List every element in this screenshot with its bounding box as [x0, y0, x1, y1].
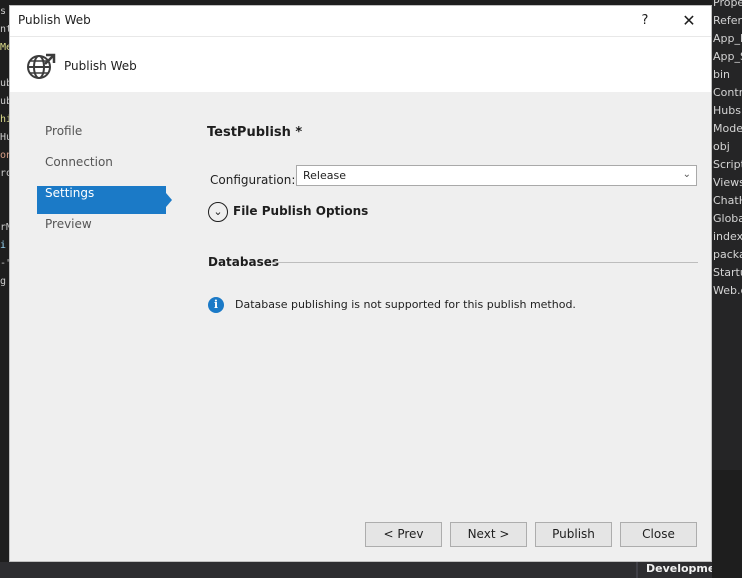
dialog-content: Profile Connection Settings Preview Test…	[10, 92, 711, 561]
solution-tree-item[interactable]: Startu	[713, 266, 742, 284]
code-fragment: -"	[0, 258, 9, 269]
solution-tree-item[interactable]: Script	[713, 158, 742, 176]
solution-tree-item[interactable]: obj	[713, 140, 730, 158]
publish-button[interactable]: Publish	[535, 522, 612, 547]
configuration-value: Release	[303, 169, 346, 182]
nav-item-preview[interactable]: Preview	[37, 217, 166, 245]
dialog-header: Publish Web	[10, 36, 711, 92]
code-fragment: ub	[0, 96, 9, 107]
code-fragment: Hu	[0, 132, 9, 143]
databases-header: Databases	[208, 255, 280, 269]
nav-item-profile[interactable]: Profile	[37, 124, 166, 152]
nav-item-settings[interactable]: Settings	[37, 186, 166, 214]
solution-tree-item[interactable]: Web.c	[713, 284, 742, 302]
publish-web-dialog: Publish Web ? ✕ Publish Web Profile Conn…	[9, 5, 712, 562]
expand-circle-icon[interactable]: ⌄	[208, 202, 228, 222]
profile-name: TestPublish *	[207, 125, 303, 140]
ide-bottom-panel: Development	[0, 562, 712, 578]
solution-tree-item[interactable]: bin	[713, 68, 730, 86]
solution-tree-item[interactable]: Hubs	[713, 104, 741, 122]
header-title: Publish Web	[64, 59, 137, 73]
info-icon: i	[208, 297, 224, 313]
solution-explorer-edge: PropeRefereApp_DApp_SbinContrHubsModeobj…	[712, 0, 742, 578]
code-fragment: s	[0, 6, 7, 17]
solution-tree-item[interactable]: App_D	[713, 32, 742, 50]
code-fragment: rM	[0, 222, 9, 233]
next-button[interactable]: Next >	[450, 522, 527, 547]
code-fragment: ro	[0, 168, 9, 179]
code-fragment: on	[0, 150, 9, 161]
solution-tree-item[interactable]: index.	[713, 230, 742, 248]
solution-tree-item[interactable]: Mode	[713, 122, 742, 140]
code-fragment: ub	[0, 78, 9, 89]
solution-tree-item[interactable]: Views	[713, 176, 742, 194]
prev-button[interactable]: < Prev	[365, 522, 442, 547]
code-fragment: nt	[0, 24, 9, 35]
dialog-titlebar[interactable]: Publish Web ? ✕	[10, 6, 711, 36]
code-editor-edge: s nt Me ub ub hi Hu on ro rM i -" g	[0, 0, 9, 578]
code-fragment: hi	[0, 114, 9, 125]
globe-publish-icon	[27, 53, 56, 79]
solution-tree-item[interactable]: Prope	[713, 0, 742, 14]
code-fragment: i	[0, 240, 7, 251]
configuration-label: Configuration:	[210, 173, 296, 187]
active-nav-pointer	[166, 193, 172, 207]
help-button[interactable]: ?	[630, 10, 660, 32]
solution-tree-item[interactable]: Contr	[713, 86, 742, 104]
nav-item-connection[interactable]: Connection	[37, 155, 166, 183]
dialog-title: Publish Web	[18, 13, 91, 27]
code-fragment: Me	[0, 42, 9, 53]
database-info-text: Database publishing is not supported for…	[235, 298, 576, 311]
close-dialog-button[interactable]: ✕	[674, 10, 704, 32]
close-button[interactable]: Close	[620, 522, 697, 547]
solution-tree-item[interactable]: ChatH	[713, 194, 742, 212]
file-publish-options-label[interactable]: File Publish Options	[233, 204, 368, 218]
solution-tree-item[interactable]: Refere	[713, 14, 742, 32]
panel-separator	[636, 562, 638, 578]
solution-tree-item[interactable]: Globa	[713, 212, 742, 230]
development-label: Development	[646, 562, 712, 575]
solution-explorer-lower-panel	[712, 470, 742, 578]
solution-tree-item[interactable]: packa	[713, 248, 742, 266]
chevron-down-icon: ⌄	[682, 169, 691, 180]
configuration-select[interactable]: Release ⌄	[296, 165, 697, 186]
databases-divider	[272, 262, 698, 263]
solution-tree-item[interactable]: App_S	[713, 50, 742, 68]
code-fragment: g	[0, 276, 7, 287]
